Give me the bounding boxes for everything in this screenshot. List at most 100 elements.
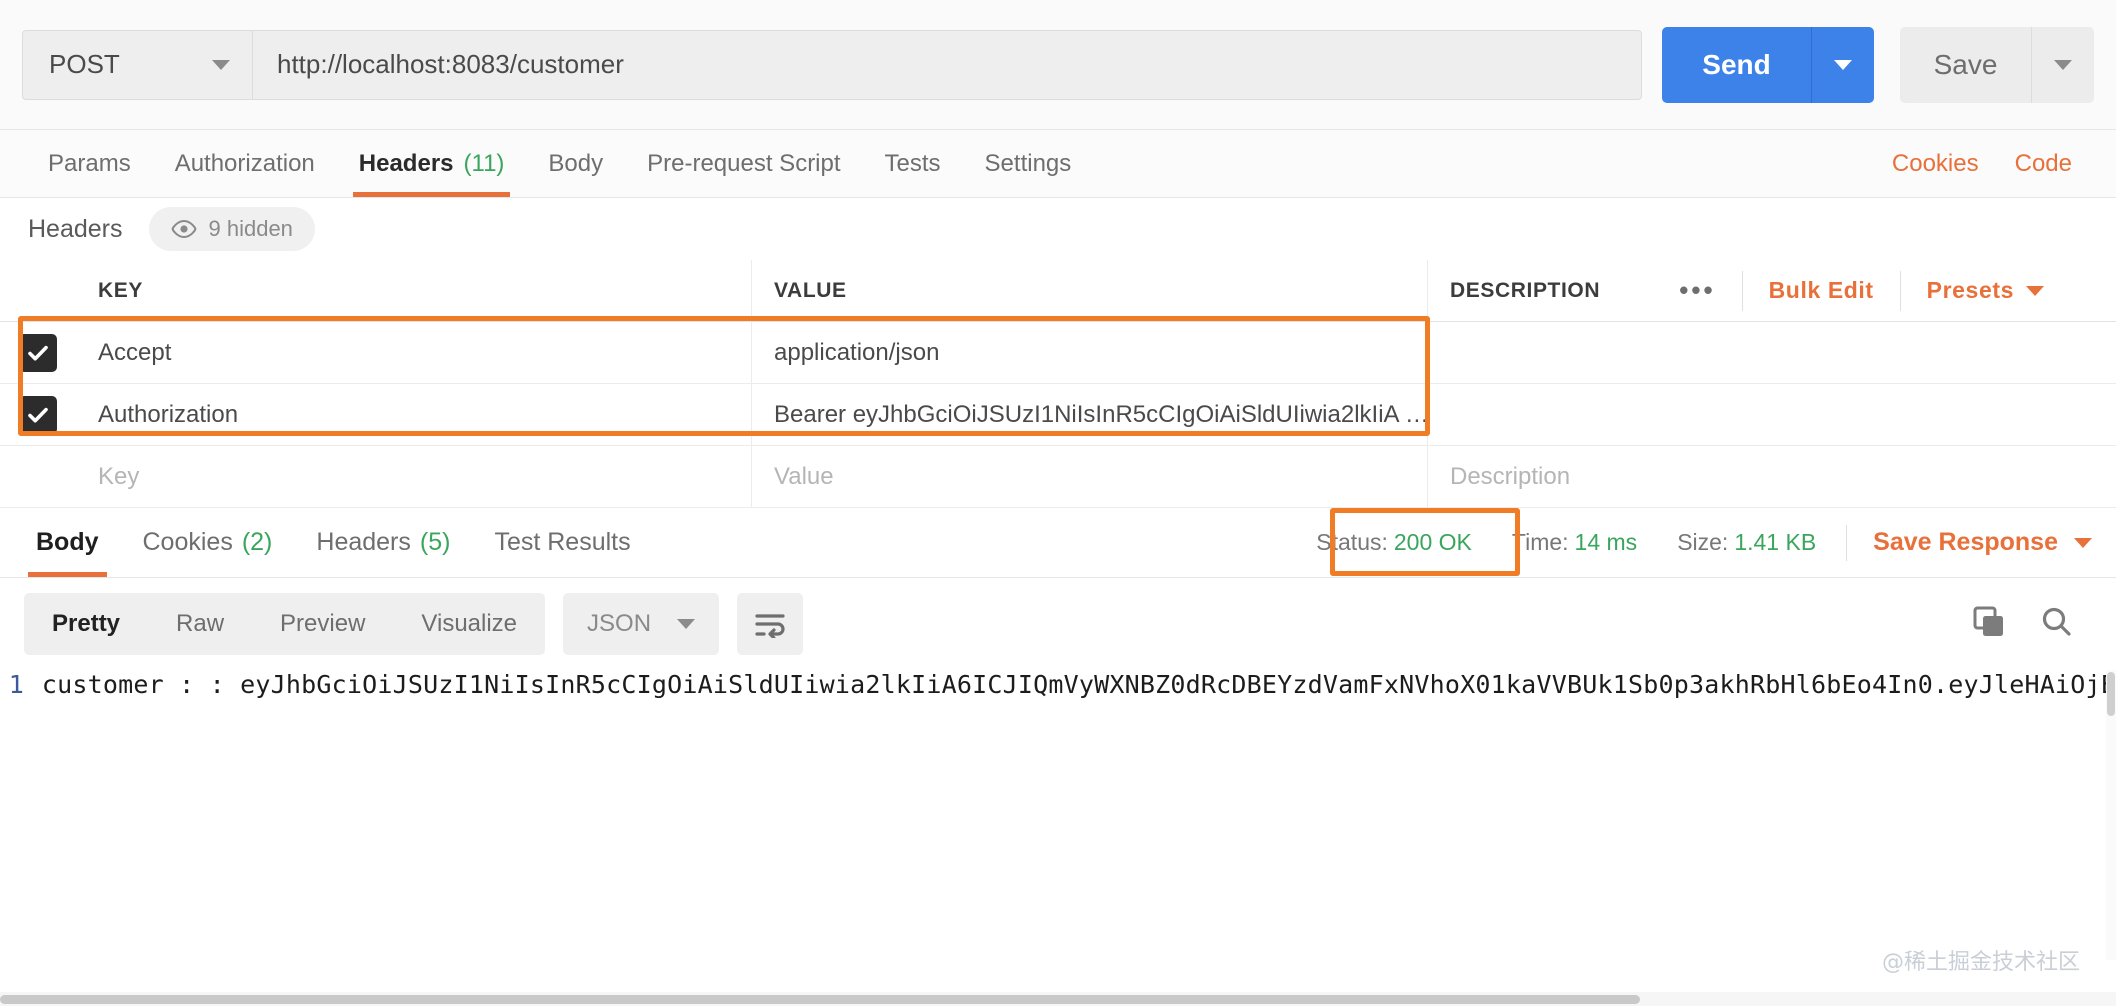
header-description[interactable] [1428,322,2116,383]
headers-table-head: KEY VALUE DESCRIPTION ••• Bulk Edit Pres… [0,260,2116,322]
tab-label: Headers [316,528,411,556]
new-header-value-input[interactable]: Value [752,446,1428,507]
table-row-empty[interactable]: Key Value Description [0,446,2116,508]
search-button[interactable] [2040,605,2074,644]
response-meta: Status: 200 OK Time: 14 ms Size: 1.41 KB Sa… [1296,508,2116,577]
response-tab-cookies[interactable]: Cookies (2) [121,508,295,577]
tab-label: Settings [984,149,1072,177]
select-all-cell [0,260,76,321]
header-key[interactable]: Authorization [76,384,752,445]
http-method-select[interactable]: POST [22,29,252,100]
tab-tests[interactable]: Tests [863,130,963,197]
table-row[interactable]: Accept application/json [0,322,2116,384]
view-mode-visualize[interactable]: Visualize [393,593,545,655]
hidden-headers-toggle[interactable]: 9 hidden [148,207,315,251]
check-icon [28,407,48,422]
header-value[interactable]: Bearer eyJhbGciOiJSUzI1NiIsInR5cCIgOiAiS… [752,384,1428,445]
tab-label: Test Results [494,528,631,556]
view-mode-preview[interactable]: Preview [252,593,393,655]
save-response-button[interactable]: Save Response [1857,528,2092,557]
tab-label: Params [48,149,131,177]
response-body-viewer[interactable]: 1 customer : : eyJhbGciOiJSUzI1NiIsInR5c… [0,670,2116,960]
word-wrap-button[interactable] [737,593,804,655]
status-badge: Status: 200 OK [1296,529,1492,556]
chevron-down-icon [2074,537,2092,548]
response-format-select[interactable]: JSON [563,593,720,655]
scrollbar-thumb[interactable] [0,995,1640,1004]
chevron-down-icon [1834,59,1852,70]
tab-label: Pre-request Script [647,149,841,177]
tab-label: Tests [884,149,941,177]
request-bar: POST http://localhost:8083/customer Send… [0,0,2116,130]
time-value: 14 ms [1574,529,1638,555]
http-method-label: POST [49,49,120,79]
header-value[interactable]: application/json [752,322,1428,383]
send-button-group: Send [1662,26,1874,103]
row-checkbox-cell[interactable] [0,322,76,383]
response-viewer-toolbar: Pretty Raw Preview Visualize JSON [0,578,2116,670]
code-line-text: customer : : eyJhbGciOiJSUzI1NiIsInR5cCI… [41,670,2116,699]
bulk-edit-button[interactable]: Bulk Edit [1741,270,1900,311]
code-line: 1 customer : : eyJhbGciOiJSUzI1NiIsInR5c… [0,670,2116,699]
presets-button[interactable]: Presets [1899,270,2070,311]
check-icon [28,345,48,360]
response-tab-test-results[interactable]: Test Results [472,508,652,577]
header-description[interactable] [1428,384,2116,445]
tab-label: Authorization [174,149,315,177]
row-checkbox-cell[interactable] [0,384,76,445]
divider [1846,524,1848,561]
column-header-description-label: DESCRIPTION [1450,278,1601,302]
tab-headers[interactable]: Headers (11) [337,130,527,197]
chevron-down-icon [2054,59,2072,70]
more-options-icon[interactable]: ••• [1653,271,1741,311]
code-link[interactable]: Code [1997,150,2090,178]
new-header-key-input[interactable]: Key [76,446,752,507]
send-options-button[interactable] [1812,26,1874,103]
presets-label: Presets [1926,277,2014,303]
new-header-description-input[interactable]: Description [1428,446,2116,507]
hidden-headers-label: 9 hidden [208,216,293,241]
response-tab-body[interactable]: Body [14,508,121,577]
word-wrap-icon [755,614,785,638]
send-button[interactable]: Send [1662,26,1812,103]
status-label: Status: [1316,529,1388,555]
copy-button[interactable] [1972,605,2006,644]
save-button[interactable]: Save [1900,26,2032,103]
status-value: 200 OK [1393,529,1472,555]
scrollbar-thumb[interactable] [2107,672,2115,716]
tab-authorization[interactable]: Authorization [153,130,337,197]
response-tab-headers[interactable]: Headers (5) [294,508,472,577]
tab-pre-request-script[interactable]: Pre-request Script [625,130,862,197]
tab-body[interactable]: Body [526,130,625,197]
view-mode-raw[interactable]: Raw [148,593,252,655]
chevron-down-icon [2026,285,2044,296]
tab-count: (11) [463,149,505,177]
response-vertical-scrollbar[interactable] [2106,670,2116,960]
save-options-button[interactable] [2032,26,2094,103]
column-header-key: KEY [76,260,752,321]
tab-count: (5) [419,528,451,556]
time-badge: Time: 14 ms [1492,529,1657,556]
row-checkbox-checked[interactable] [19,333,57,372]
headers-title: Headers [28,214,123,243]
table-row[interactable]: Authorization Bearer eyJhbGciOiJSUzI1NiI… [0,384,2116,446]
postman-window: POST http://localhost:8083/customer Send… [0,0,2116,1006]
request-url-value: http://localhost:8083/customer [277,49,624,79]
row-checkbox-checked[interactable] [19,395,57,434]
eye-icon [171,220,196,238]
tab-settings[interactable]: Settings [963,130,1094,197]
row-checkbox-cell[interactable] [0,446,76,507]
size-value: 1.41 KB [1734,529,1817,555]
tab-params[interactable]: Params [26,130,153,197]
response-viewer-actions [1972,605,2092,644]
cookies-link[interactable]: Cookies [1874,150,1997,178]
view-mode-pretty[interactable]: Pretty [24,593,148,655]
header-key[interactable]: Accept [76,322,752,383]
line-number: 1 [8,670,24,699]
tab-label: Body [36,528,99,556]
request-url-input[interactable]: http://localhost:8083/customer [252,29,1642,100]
copy-icon [1973,606,2003,636]
tab-label: Headers [358,149,454,177]
response-tabs: Body Cookies (2) Headers (5) Test Result… [0,508,2116,578]
response-horizontal-scrollbar[interactable] [0,992,2116,1006]
